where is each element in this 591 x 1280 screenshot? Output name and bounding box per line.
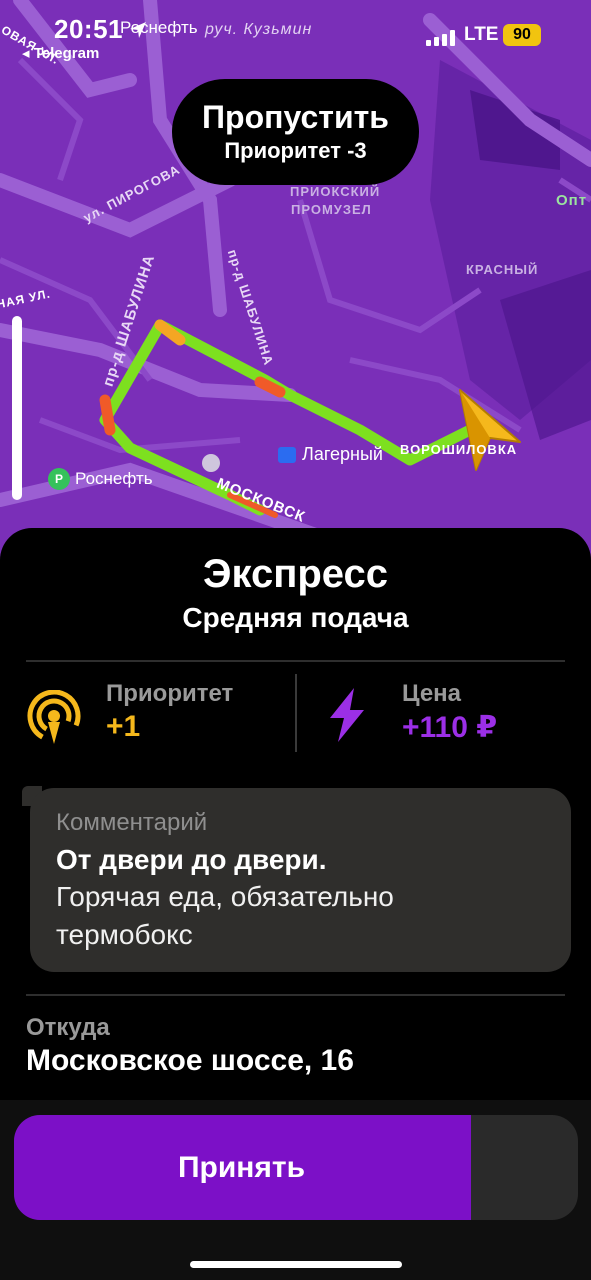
order-info-row: Приоритет +1 Цена +110 ₽ (0, 674, 591, 758)
map-label-promuzel: ПРОМУЗЕЛ (291, 202, 372, 217)
skip-button-priority: Приоритет -3 (224, 138, 367, 163)
comment-bubble: Комментарий От двери до двери. Горячая е… (30, 788, 571, 972)
comment-text-line1: Горячая еда, обязательно (56, 881, 394, 912)
poi-label: Роснефть (75, 469, 153, 488)
status-bar: 20:51 ◂ Telegram LTE 90 (0, 10, 591, 62)
priority-label: Приоритет (106, 680, 234, 707)
pickup-address: Московское шоссе, 16 (26, 1044, 354, 1077)
signal-icon (426, 30, 455, 46)
order-title: Экспресс (203, 552, 388, 596)
home-indicator[interactable] (190, 1261, 402, 1268)
station-label: Лагерный (302, 444, 383, 464)
back-to-app-link[interactable]: ◂ Telegram (22, 44, 99, 62)
comment-headline: От двери до двери. (56, 844, 327, 875)
order-subtitle: Средняя подача (182, 602, 409, 633)
divider (26, 994, 565, 996)
navigation-arrow-icon (459, 389, 521, 471)
status-time: 20:51 (54, 14, 123, 44)
zoom-slider[interactable] (12, 316, 22, 500)
map-label-krasny: КРАСНЫЙ (466, 262, 539, 277)
station-lagerny[interactable]: Лагерный (278, 444, 383, 465)
gas-station-icon: P (48, 468, 70, 490)
accept-button[interactable]: Принять (14, 1115, 578, 1220)
network-type: LTE (464, 24, 499, 45)
poi-rosneft-bottom[interactable]: P Роснефть (48, 468, 153, 490)
accept-button-label: Принять (177, 1150, 306, 1184)
location-arrow-icon (130, 22, 146, 38)
price-value: +110 ₽ (402, 711, 498, 744)
map-label-voroshilovka: ВОРОШИЛОВКА (400, 442, 518, 457)
pickup-label: Откуда (26, 1014, 110, 1041)
priority-value: +1 (106, 710, 141, 743)
price-label: Цена (402, 680, 462, 707)
divider (26, 660, 565, 662)
map-label-priokskiy: ПРИОКСКИЙ (290, 184, 381, 199)
priority-broadcast-icon (27, 690, 81, 744)
vertical-divider (295, 674, 297, 752)
bus-stop-icon (278, 446, 296, 463)
map-label-opt: Опт (556, 192, 588, 209)
comment-text-line2: термобокс (56, 919, 193, 950)
comment-label: Комментарий (56, 809, 208, 836)
lightning-icon (330, 688, 364, 742)
skip-button[interactable]: Пропустить Приоритет -3 (172, 79, 419, 185)
skip-button-label: Пропустить (202, 99, 389, 135)
battery-indicator: 90 (503, 24, 541, 46)
